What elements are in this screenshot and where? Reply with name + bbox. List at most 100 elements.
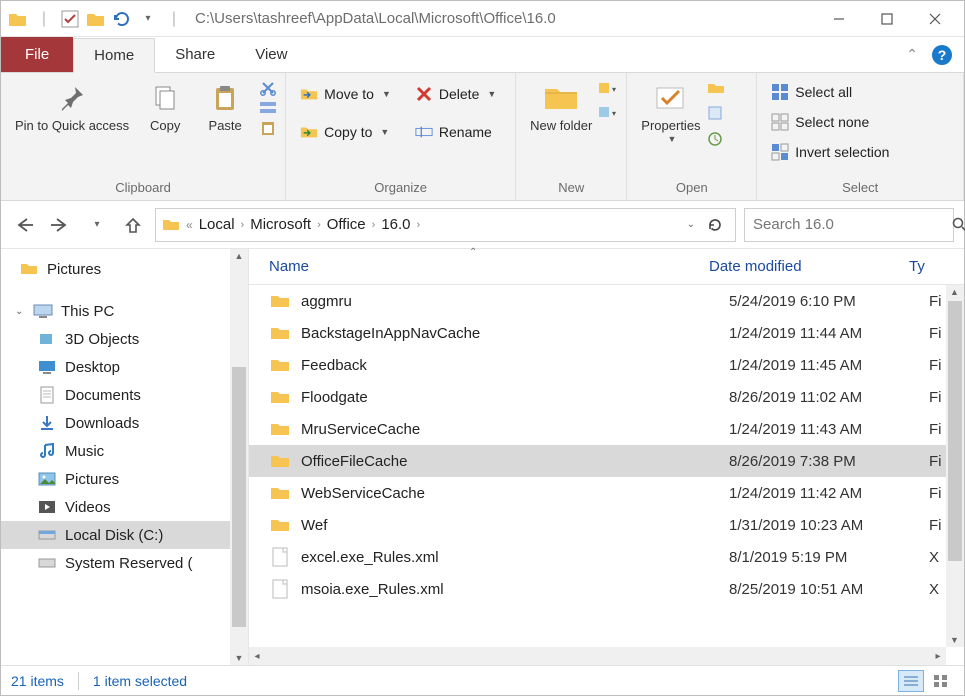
scroll-down-icon[interactable]: ▼ [235, 653, 244, 663]
properties-check-icon[interactable] [59, 8, 81, 30]
scroll-right-icon[interactable]: ▸ [930, 649, 946, 663]
column-headers[interactable]: ⌃ Name Date modified Ty [249, 249, 964, 285]
content-scrollbar[interactable]: ▲ ▼ [946, 285, 964, 647]
search-icon[interactable] [952, 217, 965, 233]
nav-scrollbar[interactable]: ▲ ▼ [230, 249, 248, 665]
nav-item-label: Music [65, 443, 104, 460]
maximize-button[interactable] [864, 4, 910, 34]
nav-item[interactable]: Pictures [1, 465, 248, 493]
minimize-button[interactable] [816, 4, 862, 34]
easy-access-icon[interactable]: ▾ [598, 105, 618, 119]
delete-icon [415, 85, 433, 103]
copy-path-icon[interactable] [259, 101, 277, 115]
undo-icon[interactable] [111, 8, 133, 30]
open-icon[interactable] [707, 81, 725, 95]
file-row[interactable]: Wef1/31/2019 10:23 AMFi [249, 509, 946, 541]
edit-icon[interactable] [707, 105, 725, 121]
address-bar[interactable]: « Local › Microsoft › Office › 16.0 › ⌄ [155, 208, 736, 242]
scroll-down-icon[interactable]: ▼ [950, 635, 959, 645]
file-row[interactable]: OfficeFileCache8/26/2019 7:38 PMFi [249, 445, 946, 477]
file-date: 8/25/2019 10:51 AM [729, 581, 929, 598]
search-box[interactable] [744, 208, 954, 242]
address-overflow-icon[interactable]: « [186, 218, 193, 232]
pin-to-quick-access-button[interactable]: Pin to Quick access [9, 77, 135, 136]
breadcrumb-segment[interactable]: Office [327, 216, 366, 233]
move-to-button[interactable]: Move to▼ [294, 83, 397, 105]
column-type[interactable]: Ty [909, 258, 964, 275]
paste-button[interactable]: Paste [195, 77, 255, 136]
folder-icon [269, 483, 291, 503]
nav-item-icon [37, 554, 57, 572]
file-row[interactable]: msoia.exe_Rules.xml8/25/2019 10:51 AMX [249, 573, 946, 605]
file-date: 1/24/2019 11:43 AM [729, 421, 929, 438]
file-row[interactable]: Floodgate8/26/2019 11:02 AMFi [249, 381, 946, 413]
select-all-button[interactable]: Select all [765, 81, 895, 103]
chevron-right-icon[interactable]: › [241, 219, 245, 231]
nav-item[interactable]: Local Disk (C:) [1, 521, 248, 549]
delete-button[interactable]: Delete▼ [409, 83, 502, 105]
nav-item[interactable]: 3D Objects [1, 325, 248, 353]
large-icons-view-button[interactable] [928, 670, 954, 692]
copy-to-button[interactable]: Copy to▼ [294, 121, 397, 143]
chevron-right-icon[interactable]: › [317, 219, 321, 231]
help-icon[interactable]: ? [932, 45, 952, 65]
paste-shortcut-icon[interactable] [259, 119, 277, 137]
address-dropdown-icon[interactable]: ⌄ [687, 219, 695, 230]
file-row[interactable]: MruServiceCache1/24/2019 11:43 AMFi [249, 413, 946, 445]
folder-icon [269, 451, 291, 471]
new-folder-button[interactable]: New folder [524, 77, 598, 136]
column-date[interactable]: Date modified [709, 258, 909, 275]
back-button[interactable] [11, 211, 39, 239]
chevron-right-icon[interactable]: › [417, 219, 421, 231]
scroll-up-icon[interactable]: ▲ [235, 251, 244, 261]
nav-item[interactable]: Downloads [1, 409, 248, 437]
invert-selection-button[interactable]: Invert selection [765, 141, 895, 163]
scroll-up-icon[interactable]: ▲ [950, 287, 959, 297]
nav-item-label: Documents [65, 387, 141, 404]
nav-item[interactable]: Videos [1, 493, 248, 521]
rename-button[interactable]: Rename [409, 121, 502, 143]
nav-item[interactable]: Desktop [1, 353, 248, 381]
horizontal-scrollbar[interactable]: ◂ ▸ [249, 647, 946, 665]
scroll-left-icon[interactable]: ◂ [249, 649, 265, 663]
collapse-ribbon-icon[interactable]: ⌃ [906, 46, 918, 63]
search-input[interactable] [753, 216, 952, 233]
navigation-bar: ▾ « Local › Microsoft › Office › 16.0 › ⌄ [1, 201, 964, 249]
recent-locations-button[interactable]: ▾ [83, 211, 111, 239]
close-button[interactable] [912, 4, 958, 34]
tab-home[interactable]: Home [73, 38, 155, 73]
file-row[interactable]: Feedback1/24/2019 11:45 AMFi [249, 349, 946, 381]
tab-file[interactable]: File [1, 37, 73, 72]
file-row[interactable]: WebServiceCache1/24/2019 11:42 AMFi [249, 477, 946, 509]
file-row[interactable]: BackstageInAppNavCache1/24/2019 11:44 AM… [249, 317, 946, 349]
breadcrumb-segment[interactable]: Microsoft [250, 216, 311, 233]
scroll-thumb[interactable] [948, 301, 962, 561]
qat-customize-icon[interactable]: ▾ [137, 8, 159, 30]
details-view-button[interactable] [898, 670, 924, 692]
file-row[interactable]: aggmru5/24/2019 6:10 PMFi [249, 285, 946, 317]
sort-indicator-icon: ⌃ [469, 247, 477, 258]
nav-pictures-quick[interactable]: Pictures [1, 255, 248, 283]
refresh-button[interactable] [701, 211, 729, 239]
breadcrumb-segment[interactable]: Local [199, 216, 235, 233]
scroll-thumb[interactable] [232, 367, 246, 627]
chevron-right-icon[interactable]: › [372, 219, 376, 231]
file-row[interactable]: excel.exe_Rules.xml8/1/2019 5:19 PMX [249, 541, 946, 573]
forward-button[interactable] [47, 211, 75, 239]
nav-item[interactable]: Music [1, 437, 248, 465]
history-icon[interactable] [707, 131, 725, 147]
cut-icon[interactable] [259, 79, 277, 97]
nav-item[interactable]: Documents [1, 381, 248, 409]
tab-share[interactable]: Share [155, 37, 235, 72]
copy-button[interactable]: Copy [135, 77, 195, 136]
up-button[interactable] [119, 211, 147, 239]
new-folder-icon[interactable] [85, 8, 107, 30]
nav-this-pc[interactable]: ⌄ This PC [1, 297, 248, 325]
select-none-button[interactable]: Select none [765, 111, 895, 133]
nav-item[interactable]: System Reserved ( [1, 549, 248, 577]
column-name[interactable]: Name [269, 258, 709, 275]
properties-button[interactable]: Properties ▼ [635, 77, 706, 146]
tab-view[interactable]: View [235, 37, 307, 72]
breadcrumb-segment[interactable]: 16.0 [381, 216, 410, 233]
new-item-icon[interactable]: ▾ [598, 81, 618, 95]
